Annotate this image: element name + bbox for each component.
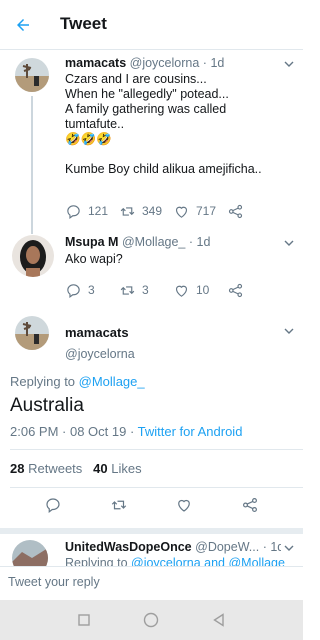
like-button[interactable]: 10 <box>173 282 227 299</box>
heart-icon[interactable] <box>175 496 193 514</box>
retweet-count: 3 <box>142 283 149 297</box>
replying-to-link[interactable]: @Mollage_ <box>79 374 145 389</box>
retweet-icon[interactable] <box>110 496 128 514</box>
chevron-down-icon[interactable] <box>283 542 295 554</box>
author-name[interactable]: UnitedWasDopeOnce <box>65 540 192 554</box>
chevron-down-icon[interactable] <box>283 237 295 249</box>
author-handle[interactable]: @joycelorna <box>130 56 200 70</box>
back-icon <box>213 613 224 627</box>
app-bar: Tweet <box>0 0 303 50</box>
dot-separator: · <box>188 235 197 249</box>
reply-count: 3 <box>88 283 95 297</box>
chevron-down-icon[interactable] <box>283 58 295 70</box>
source-link[interactable]: Twitter for Android <box>138 424 243 439</box>
reply-icon <box>67 204 80 219</box>
tweet-timestamp: 2:06 PM · 08 Oct 19 · Twitter for Androi… <box>10 424 242 439</box>
tweet-actions: 3 3 10 <box>65 280 281 300</box>
home-icon <box>144 612 159 628</box>
retweets-stat[interactable]: 28 Retweets <box>10 461 82 476</box>
tweet-actions: 121 349 717 <box>65 201 281 221</box>
like-button[interactable]: 717 <box>173 203 227 220</box>
replying-prefix: Replying to <box>10 374 79 389</box>
reply-count: 121 <box>88 204 109 218</box>
system-nav-bar <box>0 600 303 640</box>
share-icon[interactable] <box>241 496 259 514</box>
replying-to: Replying to @Mollage_ <box>10 374 145 389</box>
back-nav-button[interactable] <box>209 610 229 630</box>
recent-apps-button[interactable] <box>74 610 94 630</box>
retweet-icon <box>120 285 135 295</box>
author-handle[interactable]: @DopeW... <box>195 540 259 554</box>
chevron-down-icon[interactable] <box>283 325 295 337</box>
retweet-icon <box>120 206 135 216</box>
main-tweet-text: Australia <box>10 395 84 416</box>
avatar[interactable] <box>15 316 49 350</box>
reply-composer <box>0 566 303 596</box>
tweet-time: 1d <box>196 235 211 249</box>
thread-tweet-2[interactable]: Msupa M @Mollage_ · 1d Ako wapi? 3 3 10 <box>0 230 303 312</box>
back-button[interactable] <box>8 10 38 40</box>
share-button[interactable] <box>227 282 281 299</box>
likes-stat[interactable]: 40 Likes <box>93 461 141 476</box>
tweet-text: Ako wapi? <box>65 252 123 266</box>
share-icon <box>228 283 243 297</box>
recent-apps-icon <box>78 614 90 626</box>
retweet-button[interactable]: 349 <box>119 203 173 220</box>
like-count: 10 <box>196 283 210 297</box>
reply-button[interactable]: 3 <box>65 282 119 299</box>
divider <box>10 449 303 450</box>
tweet-time: 1d <box>270 540 281 554</box>
author-name[interactable]: mamacats <box>65 325 129 340</box>
like-count: 717 <box>196 204 217 218</box>
share-button[interactable] <box>227 203 281 220</box>
tweet-header: mamacats @joycelorna · 1d <box>65 56 281 70</box>
author-name[interactable]: mamacats <box>65 56 126 70</box>
home-button[interactable] <box>141 610 161 630</box>
author-name[interactable]: Msupa M <box>65 235 118 249</box>
retweet-count: 349 <box>142 204 163 218</box>
replying-to-links[interactable]: @joycelorna and @Mollage_ <box>131 556 292 566</box>
tweet-header: UnitedWasDopeOnce @DopeW... · 1d <box>65 540 281 554</box>
author-handle[interactable]: @Mollage_ <box>122 235 185 249</box>
tweet-stats: 28 Retweets 40 Likes <box>10 461 142 476</box>
tweet-text: Czars and I are cousins... When he "alle… <box>65 72 262 176</box>
thread-line <box>31 96 33 230</box>
author-handle[interactable]: @joycelorna <box>65 347 135 361</box>
tweet-time: 1d <box>210 56 225 70</box>
retweet-button[interactable]: 3 <box>119 282 173 299</box>
arrow-left-icon <box>17 19 29 31</box>
next-reply-tweet[interactable]: UnitedWasDopeOnce @DopeW... · 1d Replyin… <box>0 528 303 566</box>
tweet-header: Msupa M @Mollage_ · 1d <box>65 235 281 249</box>
main-tweet-actions <box>0 496 303 520</box>
page-title: Tweet <box>60 14 107 33</box>
heart-icon <box>175 285 188 297</box>
reply-icon <box>67 283 80 298</box>
divider <box>10 487 303 488</box>
reply-input[interactable] <box>8 573 288 591</box>
share-icon <box>228 204 243 218</box>
reply-icon[interactable] <box>44 496 62 514</box>
heart-icon <box>175 206 188 218</box>
reply-button[interactable]: 121 <box>65 203 119 220</box>
avatar[interactable] <box>12 540 48 566</box>
timestamp-text: 2:06 PM · 08 Oct 19 · <box>10 424 138 439</box>
replying-to: Replying to @joycelorna and @Mollage_ <box>65 556 292 566</box>
thread-line <box>31 230 33 234</box>
avatar[interactable] <box>15 58 49 92</box>
avatar[interactable] <box>12 235 54 277</box>
thread-tweet-1[interactable]: mamacats @joycelorna · 1d Czars and I ar… <box>0 50 303 230</box>
